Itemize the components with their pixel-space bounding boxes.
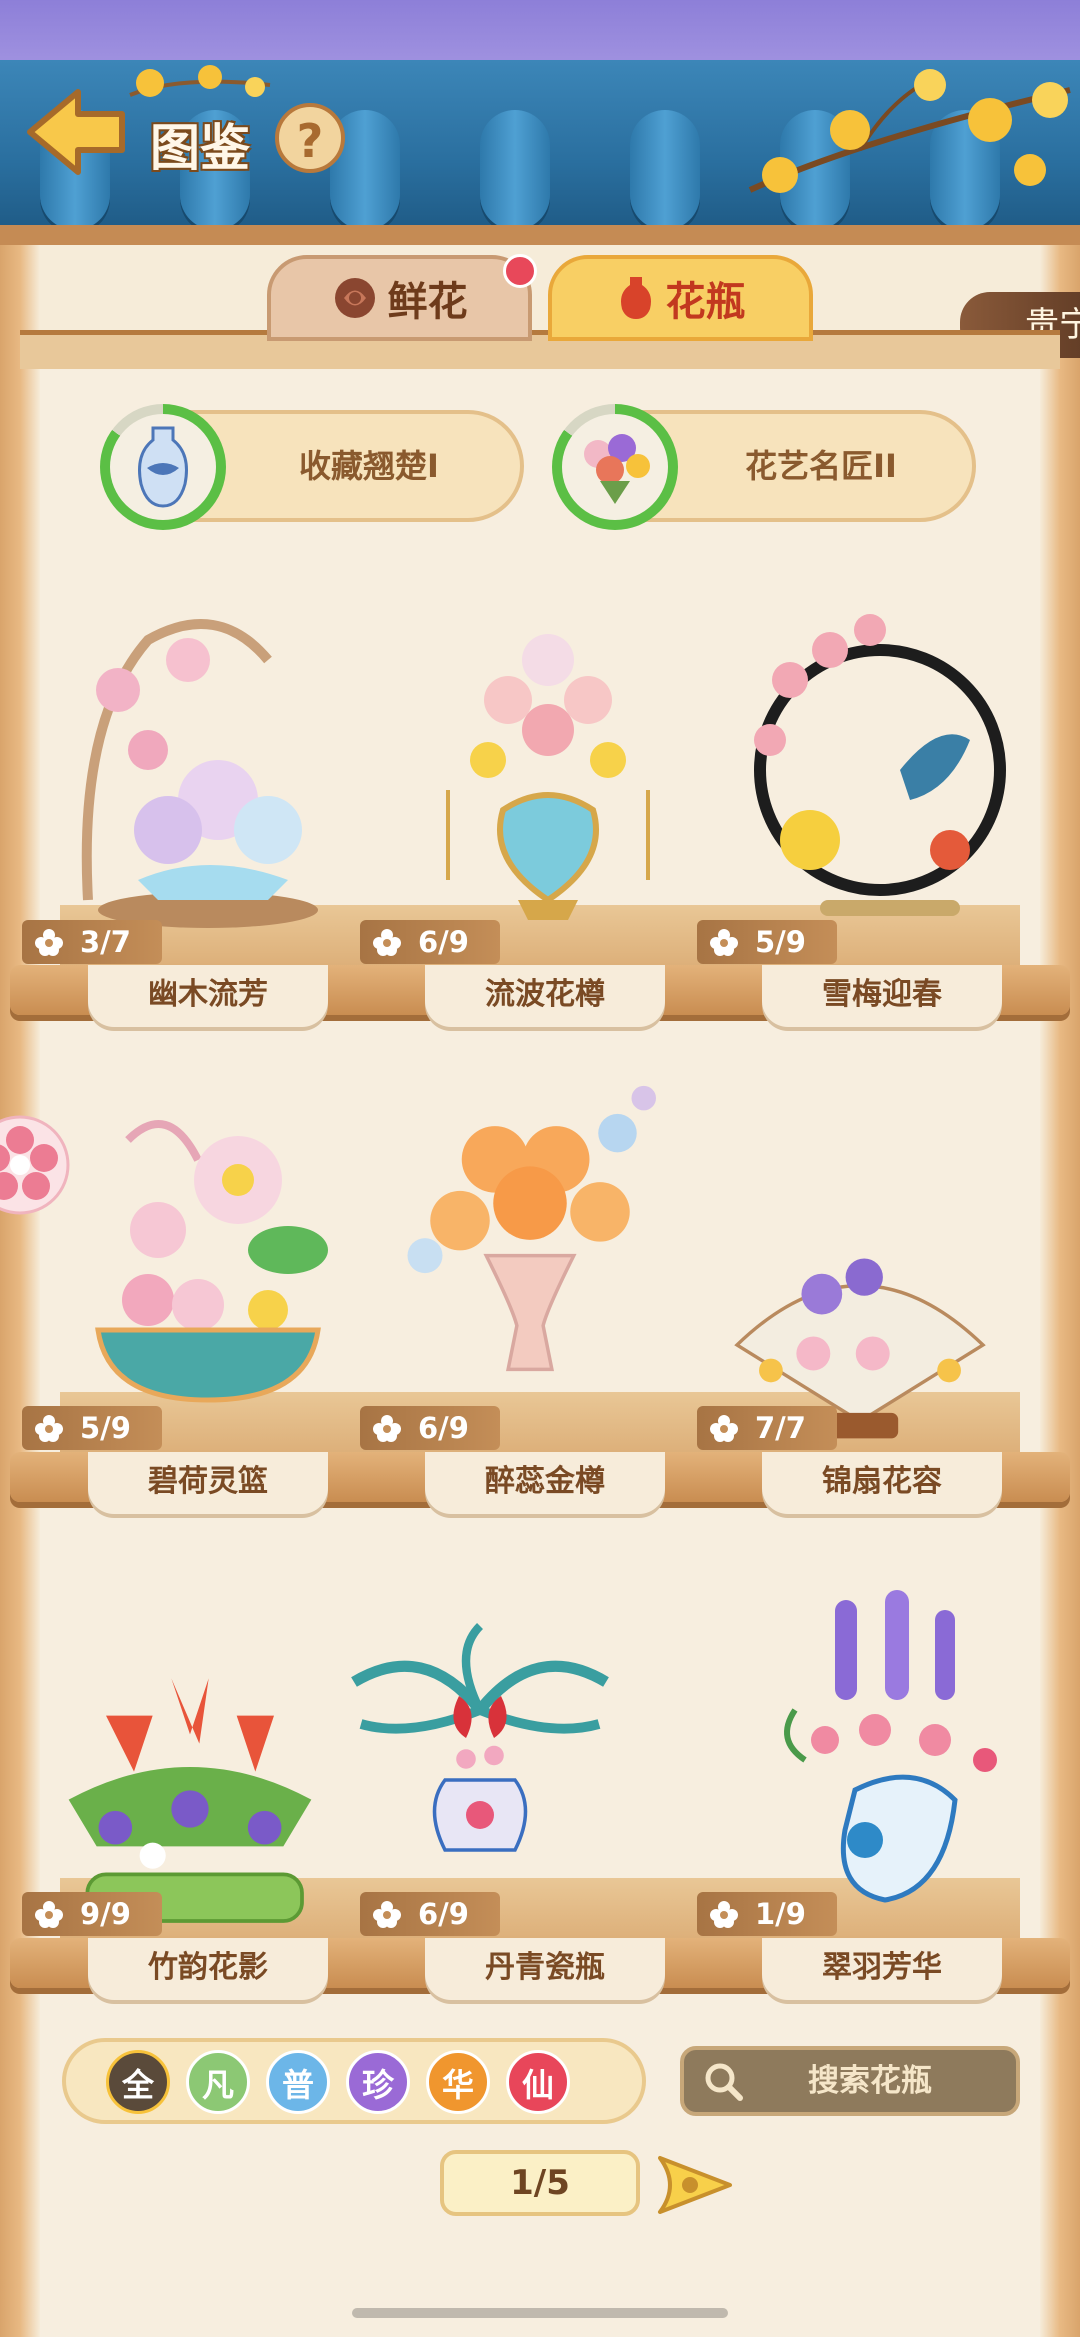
- vase-name-plaque: 幽木流芳: [88, 965, 328, 1027]
- vase-icon: [138, 426, 188, 508]
- collection-count: 1/9: [697, 1892, 837, 1936]
- vase-illustration[interactable]: [390, 1060, 670, 1390]
- blossom-count-icon: [373, 929, 401, 956]
- collection-count: 5/9: [22, 1406, 162, 1450]
- roof-tile: [630, 110, 700, 230]
- tab-vases[interactable]: 花瓶: [548, 255, 813, 341]
- filter-chip-splendid[interactable]: 华: [426, 2050, 490, 2114]
- collection-count: 6/9: [360, 1892, 500, 1936]
- rose-icon: [334, 278, 375, 318]
- collection-count: 7/7: [697, 1406, 837, 1450]
- collection-count-label: 6/9: [418, 925, 469, 959]
- blossom-count-icon: [373, 1415, 401, 1442]
- tab-vases-label: 花瓶: [665, 279, 746, 325]
- vase-illustration[interactable]: [730, 600, 1010, 930]
- vase-name-plaque: 丹青瓷瓶: [425, 1938, 665, 2000]
- vase-name-plaque: 竹韵花影: [88, 1938, 328, 2000]
- floating-flower-button[interactable]: [0, 1110, 70, 1220]
- vase-illustration[interactable]: [68, 1100, 348, 1430]
- blossom-count-icon: [710, 1901, 738, 1928]
- blossom-count-icon: [373, 1901, 401, 1928]
- vase-name-plaque: 醉蕊金樽: [425, 1452, 665, 1514]
- blossom-count-icon: [35, 1415, 63, 1442]
- vase-name-plaque: 流波花樽: [425, 965, 665, 1027]
- collection-count-label: 6/9: [418, 1897, 469, 1931]
- achievement-collector[interactable]: 收藏翘楚I: [100, 404, 524, 530]
- blossom-count-icon: [710, 1415, 738, 1442]
- blossom-count-icon: [710, 929, 738, 956]
- vase-icon: [620, 277, 651, 319]
- vase-illustration[interactable]: [68, 600, 348, 930]
- vase-name-plaque: 锦扇花容: [762, 1452, 1002, 1514]
- achievement-label: 收藏翘楚I: [299, 447, 439, 485]
- blossom-decoration-left: [129, 65, 271, 97]
- filter-chip-common[interactable]: 凡: [186, 2050, 250, 2114]
- collection-count-label: 5/9: [80, 1411, 131, 1445]
- collection-count: 3/7: [22, 920, 162, 964]
- search-vase-button[interactable]: 搜索花瓶: [680, 2046, 1020, 2116]
- filter-chip-rare[interactable]: 珍: [346, 2050, 410, 2114]
- vase-illustration[interactable]: [340, 1580, 620, 1910]
- bouquet-icon: [584, 434, 650, 504]
- collection-count: 6/9: [360, 920, 500, 964]
- page-title: 图鉴: [150, 119, 250, 177]
- vase-name-plaque: 翠羽芳华: [762, 1938, 1002, 2000]
- vase-name-plaque: 雪梅迎春: [762, 965, 1002, 1027]
- next-page-arrow-icon[interactable]: [650, 2150, 740, 2220]
- filter-chip-immortal[interactable]: 仙: [506, 2050, 570, 2114]
- collection-count: 6/9: [360, 1406, 500, 1450]
- tab-flowers[interactable]: 鲜花: [267, 255, 532, 341]
- collection-count-label: 1/9: [755, 1897, 806, 1931]
- achievement-progress-ring: [552, 404, 678, 530]
- collection-count-label: 3/7: [80, 925, 131, 959]
- blossom-decoration-right: [748, 69, 1071, 193]
- vase-illustration[interactable]: [408, 600, 688, 930]
- home-indicator: [352, 2308, 728, 2318]
- filter-chip-all[interactable]: 全: [106, 2050, 170, 2114]
- tab-flowers-label: 鲜花: [387, 279, 468, 325]
- vase-name-plaque: 碧荷灵篮: [88, 1452, 328, 1514]
- blossom-count-icon: [35, 929, 63, 956]
- notification-badge: [503, 254, 537, 288]
- collection-count: 5/9: [697, 920, 837, 964]
- achievement-florist[interactable]: 花艺名匠II: [552, 404, 976, 530]
- page-indicator: 1/5: [440, 2150, 640, 2216]
- blossom-count-icon: [35, 1901, 63, 1928]
- collection-count-label: 6/9: [418, 1411, 469, 1445]
- tab-bar: [20, 330, 1060, 369]
- rarity-filter-bar: 全 凡 普 珍 华 仙: [62, 2038, 646, 2124]
- collection-count: 9/9: [22, 1892, 162, 1936]
- roof-tile: [480, 110, 550, 230]
- vase-illustration[interactable]: [760, 1590, 1040, 1920]
- collection-count-label: 5/9: [755, 925, 806, 959]
- back-arrow-icon[interactable]: [22, 84, 130, 180]
- collection-count-label: 9/9: [80, 1897, 131, 1931]
- search-label: 搜索花瓶: [808, 2063, 932, 2099]
- help-button[interactable]: ?: [275, 103, 345, 173]
- achievement-progress-ring: [100, 404, 226, 530]
- filter-chip-normal[interactable]: 普: [266, 2050, 330, 2114]
- collection-count-label: 7/7: [755, 1411, 806, 1445]
- achievement-label: 花艺名匠II: [745, 447, 897, 485]
